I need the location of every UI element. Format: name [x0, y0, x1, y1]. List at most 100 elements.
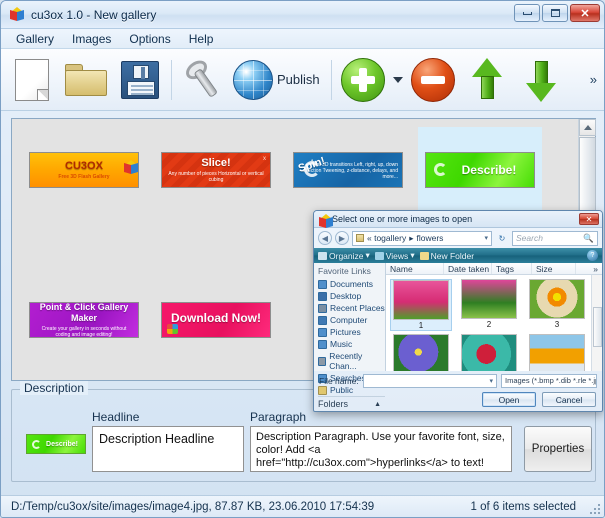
file-name: 1 — [418, 321, 424, 330]
views-button[interactable]: Views ▾ — [374, 250, 415, 261]
paragraph-label: Paragraph — [250, 410, 307, 424]
search-input[interactable]: Search 🔍 — [512, 230, 598, 246]
gallery-thumb-slice[interactable]: Slice! Any number of pieces Horizontal o… — [154, 133, 278, 207]
file-item[interactable]: 5 — [458, 334, 520, 371]
close-button[interactable]: ✕ — [570, 4, 600, 22]
file-thumbnail — [393, 334, 449, 371]
toolbar-overflow-button[interactable]: » — [585, 49, 602, 110]
dialog-body: Favorite Links Documents Desktop Recent … — [314, 263, 602, 409]
move-down-button[interactable] — [514, 53, 568, 107]
publish-button[interactable]: Publish — [230, 53, 327, 107]
forward-button[interactable]: ▶ — [335, 231, 349, 245]
file-name-input[interactable]: ▾ — [362, 373, 497, 388]
chevron-down-icon[interactable]: ▾ — [484, 234, 488, 242]
refresh-button[interactable]: ↻ — [495, 231, 509, 246]
paragraph-input[interactable]: Description Paragraph. Use your favorite… — [250, 426, 512, 472]
arrow-up-icon — [471, 57, 502, 102]
gallery-thumb-spin[interactable]: Spin! Real 3D transitions Left, right, u… — [286, 133, 410, 207]
column-header-date-taken[interactable]: Date taken — [444, 263, 492, 274]
dialog-close-button[interactable]: ✕ — [579, 213, 599, 225]
breadcrumb[interactable]: « togallery ▸ flowers ▾ — [352, 230, 492, 246]
fav-item-computer[interactable]: Computer — [318, 314, 385, 326]
fav-label: Recent Places — [330, 303, 385, 313]
fav-item-pictures[interactable]: Pictures — [318, 326, 385, 338]
cancel-button[interactable]: Cancel — [542, 392, 596, 407]
save-gallery-button[interactable] — [113, 53, 167, 107]
dialog-toolbar: Organize ▾ Views ▾ New Folder ? — [314, 248, 602, 263]
toolbar-separator-1 — [171, 59, 172, 100]
file-item[interactable]: 2 — [458, 279, 520, 331]
globe-icon — [233, 59, 273, 100]
fav-label: Pictures — [330, 327, 361, 337]
back-button[interactable]: ◀ — [318, 231, 332, 245]
scroll-up-button[interactable] — [579, 119, 596, 136]
headline-input[interactable]: Description Headline — [92, 426, 244, 472]
new-gallery-button[interactable] — [5, 53, 59, 107]
properties-button[interactable]: Properties — [524, 426, 592, 472]
remove-images-button[interactable] — [406, 53, 460, 107]
file-item[interactable]: 1 — [390, 279, 452, 331]
maximize-button[interactable] — [542, 4, 568, 22]
fav-item-music[interactable]: Music — [318, 338, 385, 350]
menu-item-images[interactable]: Images — [63, 30, 120, 48]
gallery-thumb-gallery-maker[interactable]: Point & Click Gallery Maker Create your … — [22, 283, 146, 357]
file-item[interactable]: 4 — [390, 334, 452, 371]
fav-item-documents[interactable]: Documents — [318, 278, 385, 290]
column-header-tags[interactable]: Tags — [492, 263, 532, 274]
open-gallery-button[interactable] — [59, 53, 113, 107]
file-type-value: Images (*.bmp *.dib *.rle *.jpg — [505, 376, 597, 385]
menu-bar: Gallery Images Options Help — [1, 29, 604, 49]
resize-grip[interactable] — [588, 502, 600, 514]
favorite-links-pane: Favorite Links Documents Desktop Recent … — [314, 263, 386, 409]
file-list-scrollbar[interactable] — [591, 275, 602, 371]
cube-icon — [113, 160, 138, 180]
banner-slice: Slice! Any number of pieces Horizontal o… — [161, 152, 271, 188]
fav-item-recent-places[interactable]: Recent Places — [318, 302, 385, 314]
column-header-name[interactable]: Name — [386, 263, 444, 274]
file-thumbnail-grid[interactable]: 1 2 3 4 5 — [386, 275, 602, 371]
breadcrumb-item-flowers[interactable]: flowers — [417, 233, 444, 243]
move-up-button[interactable] — [460, 53, 514, 107]
new-folder-button[interactable]: New Folder — [419, 251, 474, 261]
minimize-button[interactable] — [514, 4, 540, 22]
swirl-icon — [32, 440, 41, 449]
description-preview-thumb: Describe! — [26, 434, 86, 454]
fav-item-desktop[interactable]: Desktop — [318, 290, 385, 302]
banner-subtext: Any number of pieces Horizontal or verti… — [168, 170, 264, 183]
organize-button[interactable]: Organize ▾ — [318, 250, 370, 261]
desktop-icon — [318, 291, 327, 301]
file-list-pane: Name Date taken Tags Size » 1 2 3 — [386, 263, 602, 371]
banner-describe: Describe! — [425, 152, 535, 188]
file-item[interactable]: 3 — [526, 279, 588, 331]
column-header-size[interactable]: Size — [532, 263, 576, 274]
file-item[interactable]: 6 — [526, 334, 588, 371]
column-overflow[interactable]: » — [576, 263, 602, 274]
dialog-title: Select one or more images to open — [332, 214, 473, 224]
add-images-dropdown-arrow[interactable] — [392, 76, 403, 83]
settings-button[interactable] — [176, 53, 230, 107]
title-bar: cu3ox 1.0 - New gallery ✕ — [1, 1, 604, 29]
fav-item-recently-changed[interactable]: Recently Chan... — [318, 350, 385, 372]
chevron-down-icon[interactable]: ▾ — [489, 377, 493, 385]
breadcrumb-separator: ▸ — [409, 232, 414, 243]
menu-item-help[interactable]: Help — [180, 30, 223, 48]
description-legend: Description — [20, 381, 89, 395]
toolbar-separator-2 — [330, 59, 332, 100]
windows-icon — [167, 324, 178, 334]
gallery-thumb-download[interactable]: Download Now!  — [154, 283, 278, 357]
open-button[interactable]: Open — [482, 392, 536, 407]
dialog-footer: File name: ▾ Images (*.bmp *.dib *.rle *… — [314, 371, 602, 411]
menu-item-options[interactable]: Options — [120, 30, 179, 48]
file-thumbnail — [393, 280, 449, 320]
triangle-up-icon — [583, 125, 592, 130]
menu-item-gallery[interactable]: Gallery — [7, 30, 63, 48]
breadcrumb-item-togallery[interactable]: « togallery — [367, 233, 406, 243]
swirl-icon — [434, 163, 447, 176]
organize-label: Organize — [329, 250, 364, 261]
add-images-button[interactable] — [336, 53, 390, 107]
file-type-dropdown[interactable]: Images (*.bmp *.dib *.rle *.jpg ▾ — [501, 373, 597, 388]
open-file-dialog: Select one or more images to open ✕ ◀ ▶ … — [313, 210, 603, 412]
gallery-thumb-describe[interactable]: Describe! — [418, 127, 542, 213]
gallery-thumb-cu3ox[interactable]: CU3OX Free 3D Flash Gallery — [22, 133, 146, 207]
help-button[interactable]: ? — [587, 250, 598, 261]
